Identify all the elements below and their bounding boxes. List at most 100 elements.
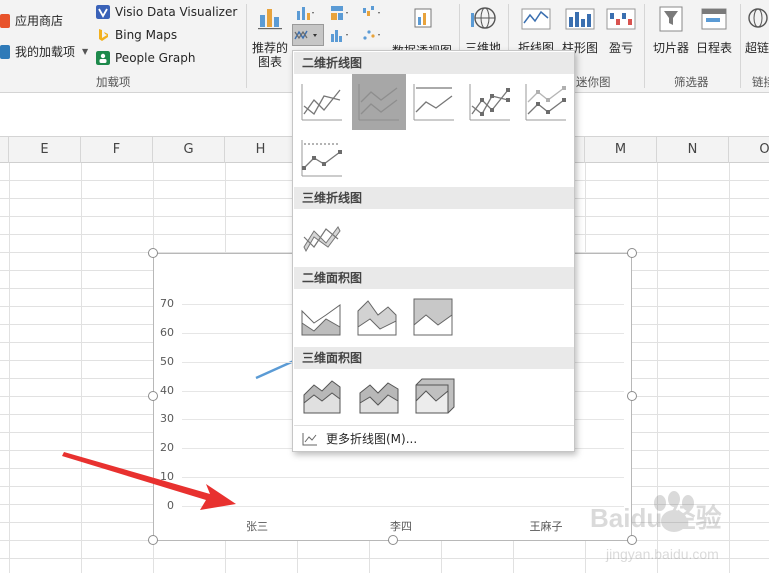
column-header-h[interactable]: H (225, 137, 297, 163)
timeline-icon (701, 8, 727, 30)
x-tick-label: 王麻子 (529, 520, 563, 533)
3d-map-button[interactable]: 三维地 (462, 3, 504, 55)
waterfall-chart-icon[interactable] (361, 4, 381, 22)
column-header-stub[interactable] (0, 137, 9, 163)
sparkline-column-button[interactable]: 柱形图 (558, 3, 602, 55)
chart-type-line[interactable] (296, 76, 348, 128)
bing-maps-button[interactable]: Bing Maps (96, 28, 177, 42)
chart-type-stacked-area[interactable] (352, 291, 404, 343)
visio-button[interactable]: Visio Data Visualizer (96, 5, 237, 19)
filter-group-label: 筛选器 (674, 75, 709, 89)
recommended-charts-icon (258, 9, 282, 30)
section-2d-area-header: 二维面积图 (294, 267, 574, 289)
column-header-e[interactable]: E (9, 137, 81, 163)
scatter-chart-icon[interactable] (361, 26, 381, 44)
line-chart-gallery-dropdown: 二维折线图 三维折线图 二维面积图 三维面积图 更多折线图(M)... (292, 50, 575, 452)
stacked-3d-area-icon (359, 382, 399, 414)
column-header-g[interactable]: G (153, 137, 225, 163)
stacked-area-icon (357, 300, 397, 336)
people-graph-button[interactable]: People Graph (96, 51, 196, 65)
sparkline-winloss-label: 盈亏 (608, 41, 633, 55)
sparkline-group-label: 迷你图 (576, 75, 611, 89)
store-icon (0, 13, 10, 28)
hierarchy-chart-icon[interactable] (329, 4, 349, 22)
column-header-m[interactable]: M (585, 137, 657, 163)
resize-handle[interactable] (388, 535, 398, 545)
sparkline-winloss-icon (606, 8, 636, 30)
bing-icon (99, 29, 108, 41)
sparkline-winloss-button[interactable]: 盈亏 (602, 3, 640, 55)
pivot-chart-icon (414, 8, 432, 28)
slicer-icon (659, 6, 683, 32)
y-tick-label: 50 (160, 354, 174, 368)
resize-handle[interactable] (148, 535, 158, 545)
resize-handle[interactable] (627, 391, 637, 401)
line-chart-icon (301, 84, 342, 121)
y-tick-label: 60 (160, 325, 174, 339)
chart-type-stacked-3d-area[interactable] (352, 371, 404, 423)
chart-type-stacked-line-markers[interactable] (520, 76, 572, 128)
column-chart-icon[interactable] (295, 4, 315, 22)
visio-icon (96, 5, 110, 19)
percent-stacked-area-icon (413, 298, 453, 336)
line-chart-dropdown-button[interactable] (292, 24, 324, 46)
area-chart-icon (301, 304, 341, 336)
3d-area-icon (303, 380, 341, 414)
y-tick-label: 70 (160, 297, 174, 310)
recommended-charts-button[interactable]: 推荐的 图表 (250, 3, 290, 69)
statistic-chart-icon[interactable] (329, 26, 349, 44)
baidu-watermark: Baidu 经验 jingyan.baidu.com (590, 491, 721, 562)
people-graph-icon (96, 51, 110, 65)
chart-type-3d-area[interactable] (296, 371, 348, 423)
more-line-charts-button[interactable]: 更多折线图(M)... (294, 425, 574, 451)
watermark-line1: Baidu 经验 (590, 503, 721, 533)
group-separator (246, 4, 247, 88)
column-header-n[interactable]: N (657, 137, 729, 163)
x-tick-label: 李四 (390, 520, 412, 533)
sparkline-line-button[interactable]: 折线图 (514, 3, 558, 55)
chart-type-3d-line[interactable] (296, 211, 348, 263)
group-separator (740, 4, 741, 88)
y-gridline (182, 477, 624, 479)
resize-handle[interactable] (148, 248, 158, 258)
column-header-f[interactable]: F (81, 137, 153, 163)
globe-icon (471, 7, 496, 29)
chart-type-100-stacked-area[interactable] (408, 291, 460, 343)
chart-type-100-stacked-line[interactable] (408, 76, 460, 128)
chart-type-100-stacked-3d-area[interactable] (408, 371, 460, 423)
section-2d-line-header: 二维折线图 (294, 52, 574, 74)
timeline-button[interactable]: 日程表 (694, 3, 734, 55)
hyperlink-icon (748, 8, 768, 28)
grid-line (9, 163, 10, 573)
stacked-line-markers-icon (525, 84, 566, 121)
y-tick-label: 30 (160, 412, 174, 426)
chart-type-line-markers[interactable] (464, 76, 516, 128)
links-group-label: 链接 (752, 75, 769, 89)
percent-stacked-3d-area-icon (415, 378, 455, 414)
watermark-line2: jingyan.baidu.com (605, 546, 719, 562)
column-header-o[interactable]: O (729, 137, 769, 163)
chevron-down-icon: ▼ (82, 47, 89, 56)
chart-type-100-stacked-line-markers[interactable] (296, 132, 348, 184)
resize-handle[interactable] (148, 391, 158, 401)
hyperlink-label: 超链 (744, 41, 769, 55)
line-chart-small-icon (302, 433, 317, 446)
chart-type-stacked-line[interactable] (352, 74, 406, 130)
store-label: 应用商店 (15, 14, 64, 28)
bing-label: Bing Maps (115, 28, 178, 42)
my-addins-label: 我的加载项 (15, 45, 76, 59)
hyperlink-button[interactable]: 超链 (742, 3, 769, 55)
chart-type-area[interactable] (296, 291, 348, 343)
my-addins-button[interactable]: 我的加载项 ▼ (0, 43, 88, 60)
visio-label: Visio Data Visualizer (115, 5, 238, 19)
stacked-line-chart-icon (358, 84, 399, 121)
recommended-line2: 图表 (257, 55, 282, 69)
resize-handle[interactable] (627, 248, 637, 258)
slicer-button[interactable]: 切片器 (648, 3, 694, 55)
x-tick-label: 张三 (246, 520, 268, 533)
more-line-charts-label: 更多折线图(M)... (326, 432, 418, 446)
store-button[interactable]: 应用商店 (0, 12, 63, 29)
section-3d-area-header: 三维面积图 (294, 347, 574, 369)
recommended-line1: 推荐的 (251, 41, 288, 55)
sparkline-line-icon (521, 8, 551, 30)
